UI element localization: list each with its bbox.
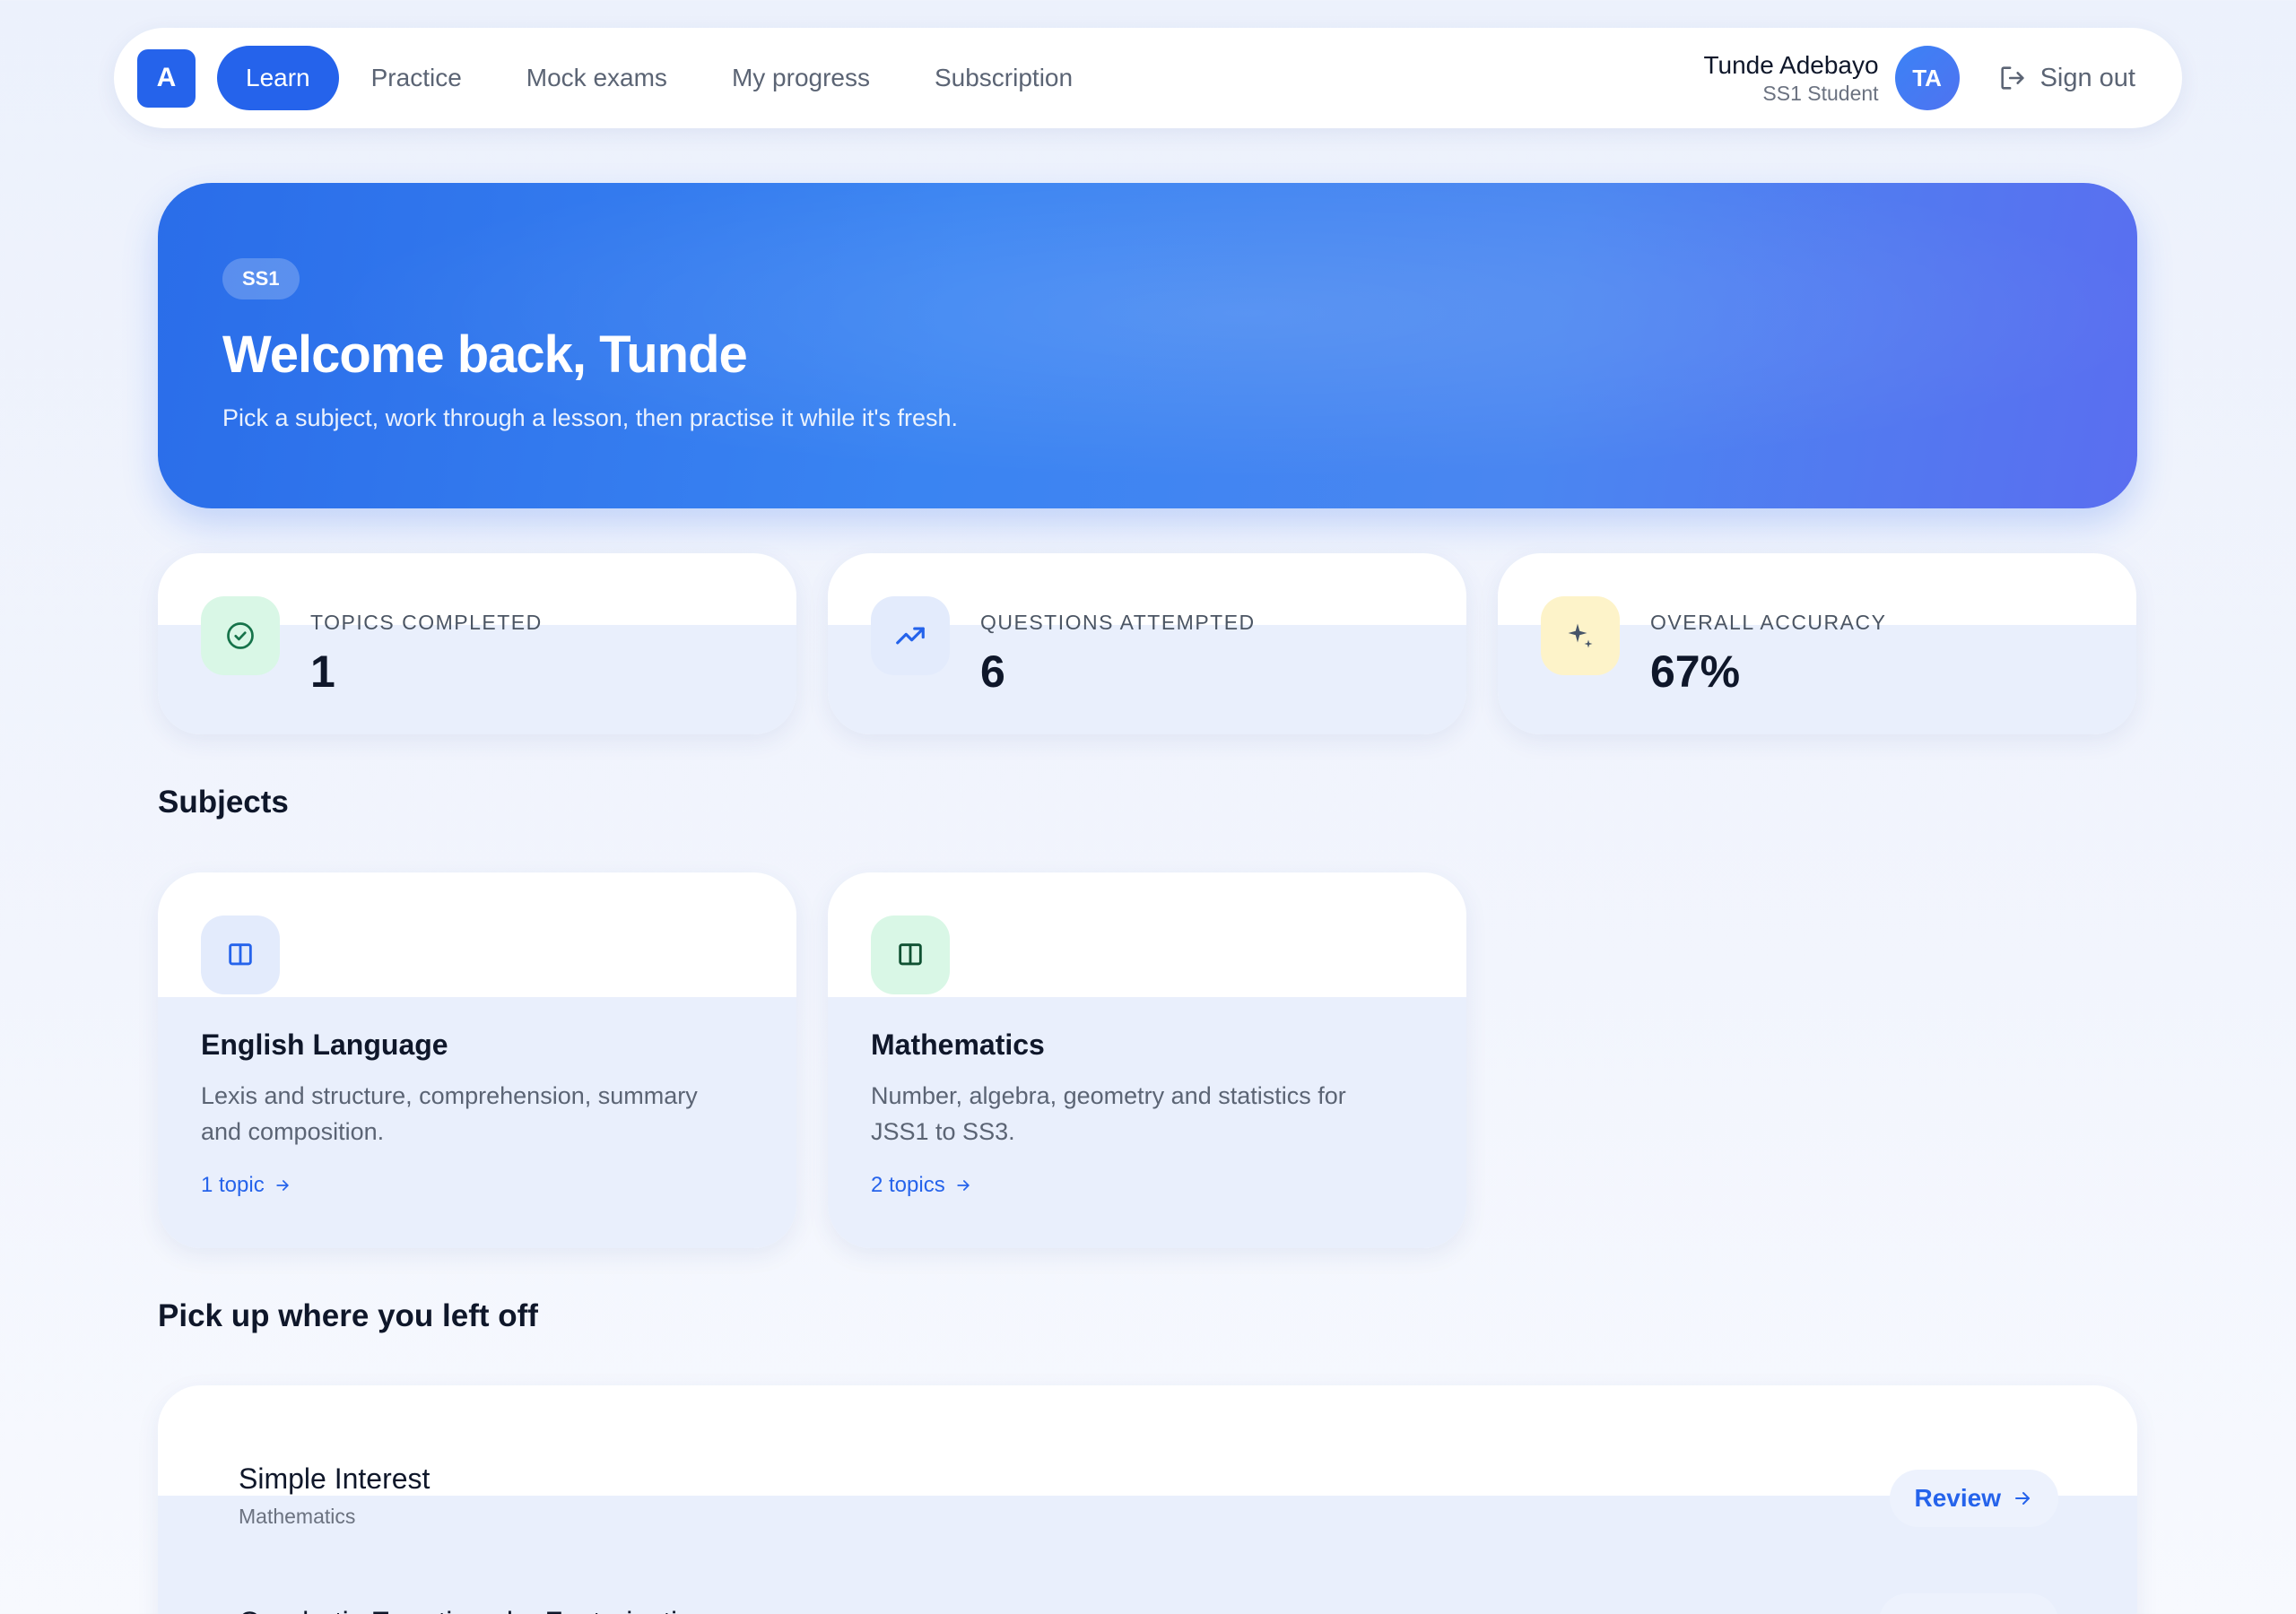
welcome-title: Welcome back, Tunde	[222, 325, 748, 384]
list-item: Quadratic Equations by Factorisation	[239, 1593, 2058, 1614]
nav-link-my-progress[interactable]: My progress	[700, 46, 902, 110]
nav-link-subscription[interactable]: Subscription	[902, 46, 1105, 110]
subject-topics-label: 1 topic	[201, 1173, 265, 1197]
subject-card-mathematics[interactable]: Mathematics Number, algebra, geometry an…	[828, 872, 1466, 1248]
stat-card-questions-attempted: QUESTIONS ATTEMPTED 6	[828, 553, 1466, 734]
avatar[interactable]: TA	[1894, 46, 1960, 110]
stat-card-topics-completed: TOPICS COMPLETED 1	[158, 553, 796, 734]
subject-description: Number, algebra, geometry and statistics…	[871, 1082, 1346, 1145]
nav-links: Learn Practice Mock exams My progress Su…	[217, 46, 1105, 110]
class-badge: SS1	[222, 258, 300, 299]
nav-link-mock-exams[interactable]: Mock exams	[494, 46, 700, 110]
sign-out-button[interactable]: Sign out	[1997, 63, 2135, 93]
list-item: Simple Interest Mathematics Review	[239, 1462, 2058, 1529]
nav-link-learn[interactable]: Learn	[217, 46, 339, 110]
lesson-title: Simple Interest	[239, 1462, 430, 1495]
user-name: Tunde Adebayo	[1703, 51, 1879, 79]
subject-topics-label: 2 topics	[871, 1173, 945, 1197]
user-role: SS1 Student	[1762, 82, 1879, 105]
resume-list: Simple Interest Mathematics Review Quadr…	[158, 1385, 2137, 1614]
user-info: Tunde Adebayo SS1 Student	[1703, 50, 1878, 106]
nav-link-practice[interactable]: Practice	[339, 46, 494, 110]
subject-name: English Language	[201, 1028, 448, 1061]
sparkle-icon	[1541, 596, 1620, 675]
stat-label: OVERALL ACCURACY	[1650, 611, 1887, 634]
review-button[interactable]	[1879, 1593, 2058, 1614]
review-button[interactable]: Review	[1889, 1470, 2058, 1527]
arrow-right-icon	[2015, 1492, 2030, 1505]
app-logo[interactable]: A	[137, 48, 196, 108]
subject-topics-link[interactable]: 2 topics	[871, 1173, 972, 1198]
welcome-subtitle: Pick a subject, work through a lesson, t…	[222, 404, 959, 431]
lesson-subject: Mathematics	[239, 1505, 356, 1528]
stat-value: 67%	[1650, 646, 1741, 697]
welcome-hero: SS1 Welcome back, Tunde Pick a subject, …	[158, 183, 2137, 508]
stat-label: TOPICS COMPLETED	[310, 611, 543, 634]
subjects-heading: Subjects	[158, 785, 289, 820]
stat-value: 1	[310, 646, 335, 697]
subject-card-english[interactable]: English Language Lexis and structure, co…	[158, 872, 796, 1248]
sign-out-label: Sign out	[2039, 63, 2135, 92]
stat-card-overall-accuracy: OVERALL ACCURACY 67%	[1498, 553, 2136, 734]
sign-out-icon	[2000, 66, 2024, 90]
book-icon	[871, 915, 950, 994]
trending-up-icon	[871, 596, 950, 675]
subject-name: Mathematics	[871, 1028, 1045, 1061]
check-circle-icon	[201, 596, 280, 675]
subject-topics-link[interactable]: 1 topic	[201, 1173, 291, 1198]
top-nav: A Learn Practice Mock exams My progress …	[114, 28, 2182, 128]
resume-heading: Pick up where you left off	[158, 1298, 538, 1333]
arrow-right-icon	[957, 1180, 970, 1191]
stat-value: 6	[980, 646, 1005, 697]
book-icon	[201, 915, 280, 994]
review-label: Review	[1914, 1484, 2002, 1512]
subject-description: Lexis and structure, comprehension, summ…	[201, 1082, 698, 1145]
arrow-right-icon	[276, 1180, 289, 1191]
lesson-title: Quadratic Equations by Factorisation	[239, 1606, 709, 1614]
stat-label: QUESTIONS ATTEMPTED	[980, 611, 1256, 634]
